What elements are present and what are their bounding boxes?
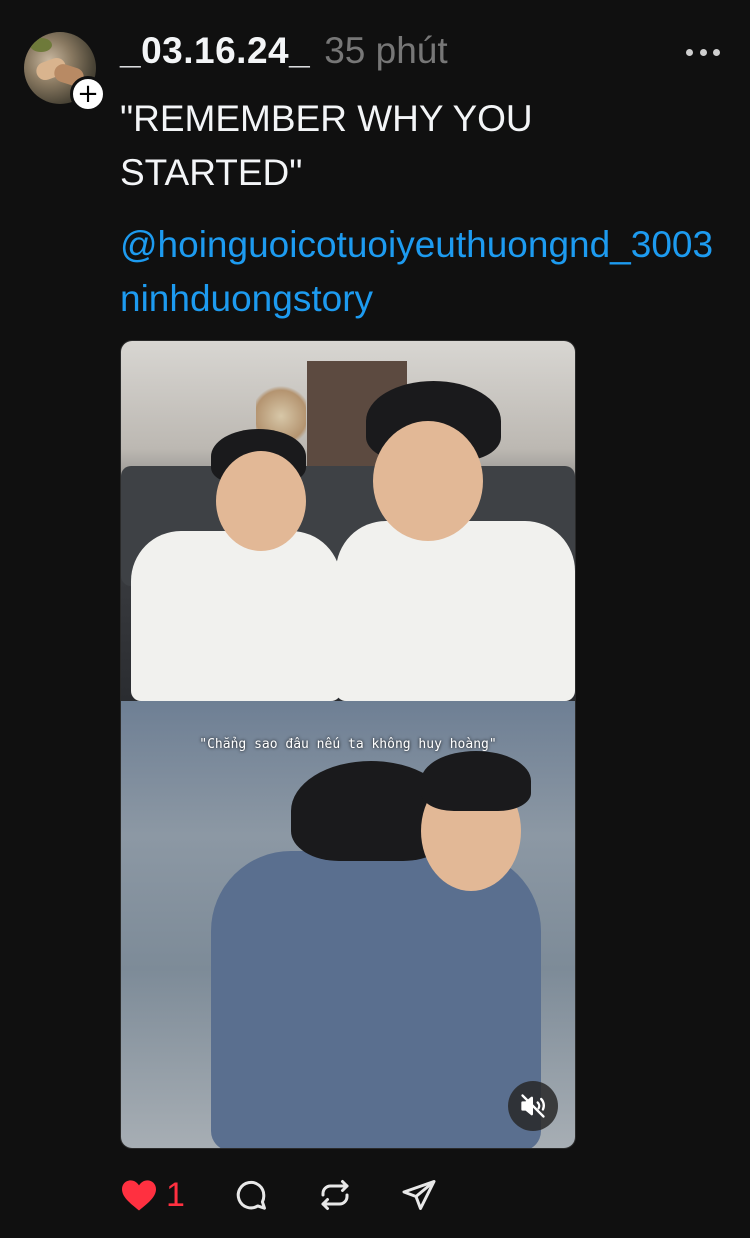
share-button[interactable] [401, 1177, 437, 1213]
repost-button[interactable] [317, 1177, 353, 1213]
speaker-muted-icon [521, 1094, 545, 1118]
post-time: 35 phút [324, 30, 448, 71]
comment-icon [236, 1180, 266, 1210]
heart-filled-icon [122, 1180, 156, 1211]
like-button[interactable]: 1 [120, 1176, 185, 1215]
username[interactable]: _03.16.24_ [120, 30, 310, 72]
avatar-container[interactable]: + [24, 32, 106, 112]
video-scene-top [121, 341, 575, 701]
person-left [131, 531, 341, 701]
like-count: 1 [166, 1175, 185, 1214]
mention-link[interactable]: @hoinguoicotuoiyeuthuongnd_3003 [120, 224, 713, 265]
dot [699, 48, 707, 56]
video-subtitle: "Chẳng sao đâu nếu ta không huy hoàng" [199, 737, 497, 752]
send-icon [402, 1180, 436, 1210]
person-right [336, 521, 575, 701]
post-actions: 1 [120, 1172, 485, 1218]
thread-post: + _03.16.24_ 35 phút "REMEMBER WHY YOU S… [0, 0, 750, 1238]
mute-toggle-button[interactable] [508, 1081, 558, 1131]
comment-button[interactable] [233, 1177, 269, 1213]
video-scene-bottom [121, 701, 575, 1148]
person-left-head [216, 451, 306, 551]
repost-icon [321, 1180, 349, 1210]
video-media[interactable]: "Chẳng sao đâu nếu ta không huy hoàng" [120, 340, 576, 1149]
follow-plus-icon[interactable]: + [70, 76, 106, 112]
dot [686, 48, 693, 56]
post-caption: "REMEMBER WHY YOU STARTED" [120, 98, 533, 193]
post-links: @hoinguoicotuoiyeuthuongnd_3003 ninhduon… [120, 218, 730, 326]
tag-link[interactable]: ninhduongstory [120, 278, 373, 319]
dot [713, 48, 720, 56]
person-right-head [373, 421, 483, 541]
avatar-leaf [30, 38, 52, 52]
post-header: _03.16.24_ 35 phút [120, 30, 448, 72]
hug-face-hair [421, 751, 531, 811]
more-options-icon[interactable] [686, 40, 720, 64]
hug-figure [211, 851, 541, 1148]
